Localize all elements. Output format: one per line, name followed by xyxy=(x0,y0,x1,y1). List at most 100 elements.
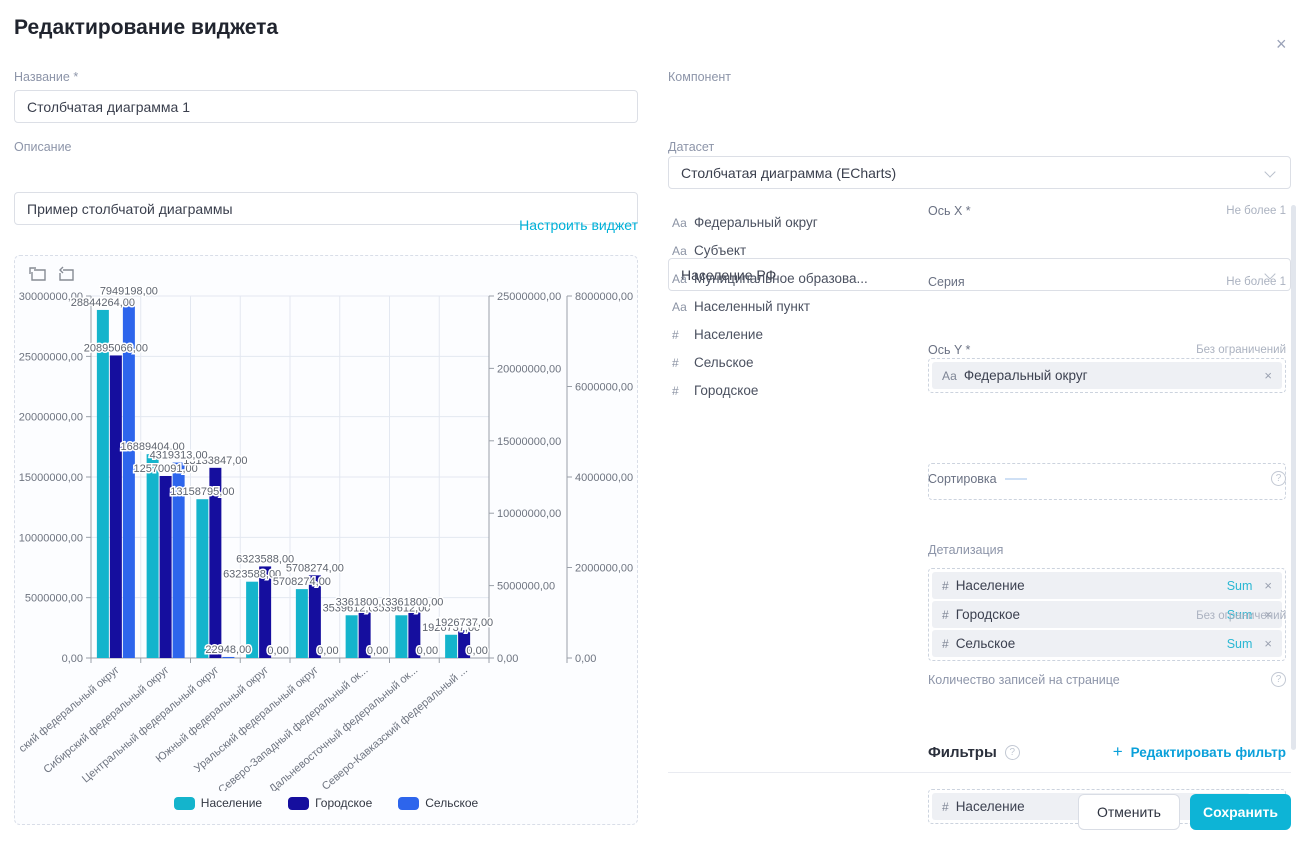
text-field-icon: Аа xyxy=(942,369,957,383)
number-field-icon: # xyxy=(942,800,949,814)
axis-label: 25000000,00 xyxy=(19,351,83,363)
axis-label: 5000000,00 xyxy=(497,581,555,593)
bar-label: 5708274,00 xyxy=(286,562,344,574)
bar-label: 5708274,00 xyxy=(273,576,331,588)
chart-legend: Население Городское Сельское xyxy=(15,796,637,810)
x-axis-limit: Не более 1 xyxy=(1226,205,1286,217)
y-axis-label: Ось Y * xyxy=(928,343,970,357)
legend-item[interactable]: Городское xyxy=(288,796,372,810)
dataset-field[interactable]: АаНаселенный пункт xyxy=(672,299,922,315)
y-axis-chip[interactable]: # Сельское Sum × xyxy=(932,630,1282,657)
number-field-icon: # xyxy=(672,384,694,398)
axis-label: 20000000,00 xyxy=(19,412,83,424)
bar-label: 0,00 xyxy=(417,645,438,657)
number-field-icon: # xyxy=(672,328,694,342)
help-icon[interactable]: ? xyxy=(1005,745,1020,760)
bar-label: 4319313,00 xyxy=(150,450,208,462)
x-axis-chip[interactable]: Аа Федеральный округ × xyxy=(932,362,1282,389)
bar-label: 0,00 xyxy=(267,645,288,657)
legend-label: Население xyxy=(201,796,262,810)
bar-label: 0,00 xyxy=(317,645,338,657)
help-icon[interactable]: ? xyxy=(1271,672,1286,687)
x-axis-label: ский федеральный округ xyxy=(17,664,122,755)
bar[interactable] xyxy=(346,615,358,658)
help-icon[interactable]: ? xyxy=(1271,471,1286,486)
remove-icon[interactable]: × xyxy=(1264,368,1272,383)
number-field-icon: # xyxy=(672,356,694,370)
sorting-label: Сортировка xyxy=(928,472,1027,486)
text-field-icon: Аа xyxy=(672,244,694,258)
axis-label: 15000000,00 xyxy=(19,472,83,484)
dataset-field[interactable]: #Сельское xyxy=(672,355,922,371)
dataset-fields-list: АаФедеральный округ АаСубъект АаМуниципа… xyxy=(672,215,922,411)
x-axis-label: Ось X * xyxy=(928,204,971,218)
dataset-field[interactable]: #Население xyxy=(672,327,922,343)
bar-label: 1926737,00 xyxy=(435,617,493,629)
description-label: Описание xyxy=(14,140,72,154)
bar-label: 0,00 xyxy=(367,645,388,657)
scrollbar[interactable] xyxy=(1291,205,1296,750)
name-input[interactable] xyxy=(14,90,638,123)
configure-widget-link[interactable]: Настроить виджет xyxy=(14,217,638,233)
number-field-icon: # xyxy=(942,637,949,651)
dataset-field[interactable]: АаСубъект xyxy=(672,243,922,259)
bar[interactable] xyxy=(160,476,172,658)
text-field-icon: Аа xyxy=(672,272,694,286)
axis-label: 2000000,00 xyxy=(575,563,633,575)
bar-chart: 0,00 5000000,00 10000000,00 15000000,00 2000… xyxy=(15,256,638,791)
dataset-field[interactable]: #Городское xyxy=(672,383,922,399)
dataset-field[interactable]: АаФедеральный округ xyxy=(672,215,922,231)
name-label: Название * xyxy=(14,70,78,84)
bar-label: 3361800,00 xyxy=(385,596,443,608)
filters-label: Фильтры xyxy=(928,744,997,761)
axis-label: 20000000,00 xyxy=(497,363,561,375)
remove-icon[interactable]: × xyxy=(1264,578,1272,593)
axis-label: 8000000,00 xyxy=(575,291,633,303)
legend-label: Сельское xyxy=(425,796,478,810)
dataset-field[interactable]: АаМуниципальное образова... xyxy=(672,271,922,287)
bar[interactable] xyxy=(222,657,234,658)
chevron-down-icon xyxy=(1264,166,1275,177)
axis-label: 15000000,00 xyxy=(497,436,561,448)
axis-label: 10000000,00 xyxy=(19,532,83,544)
series-limit: Не более 1 xyxy=(1226,276,1286,288)
legend-swatch xyxy=(398,797,419,810)
aggregation-label[interactable]: Sum xyxy=(1227,579,1253,593)
text-field-icon: Аа xyxy=(672,300,694,314)
sorting-decoration xyxy=(1005,478,1027,480)
save-button[interactable]: Сохранить xyxy=(1190,794,1291,830)
bar[interactable] xyxy=(110,355,122,658)
bar[interactable] xyxy=(147,454,159,658)
legend-swatch xyxy=(174,797,195,810)
x-axis-dropzone[interactable]: Аа Федеральный округ × xyxy=(928,358,1286,393)
bar-label: 28844264,00 xyxy=(71,297,135,309)
bar[interactable] xyxy=(395,615,407,658)
bar-label: 13158795,00 xyxy=(170,486,234,498)
drilldown-limit: Без ограничений xyxy=(928,610,1286,622)
remove-icon[interactable]: × xyxy=(1264,636,1272,651)
legend-label: Городское xyxy=(315,796,372,810)
axis-label: 0,00 xyxy=(575,653,596,665)
y-axis-chip[interactable]: # Население Sum × xyxy=(932,572,1282,599)
cancel-button[interactable]: Отменить xyxy=(1078,794,1180,830)
component-select[interactable]: Столбчатая диаграмма (ECharts) xyxy=(668,156,1291,189)
bar[interactable] xyxy=(196,499,208,658)
axis-label: 10000000,00 xyxy=(497,508,561,520)
legend-item[interactable]: Сельское xyxy=(398,796,478,810)
bar-label: 22948,00 xyxy=(205,644,251,656)
bar[interactable] xyxy=(296,589,308,658)
divider xyxy=(668,772,1291,773)
page-size-label: Количество записей на странице xyxy=(928,673,1120,687)
legend-swatch xyxy=(288,797,309,810)
axis-label: 0,00 xyxy=(62,653,83,665)
legend-item[interactable]: Население xyxy=(174,796,262,810)
axis-label: 6000000,00 xyxy=(575,382,633,394)
series-label: Серия xyxy=(928,275,965,289)
aggregation-label[interactable]: Sum xyxy=(1227,637,1253,651)
bar[interactable] xyxy=(445,635,457,658)
dataset-label: Датасет xyxy=(668,140,714,154)
bar[interactable] xyxy=(97,310,109,658)
component-value: Столбчатая диаграмма (ECharts) xyxy=(681,165,896,181)
close-icon[interactable]: × xyxy=(1276,34,1287,55)
edit-filter-link[interactable]: + Редактировать фильтр xyxy=(1113,742,1286,762)
